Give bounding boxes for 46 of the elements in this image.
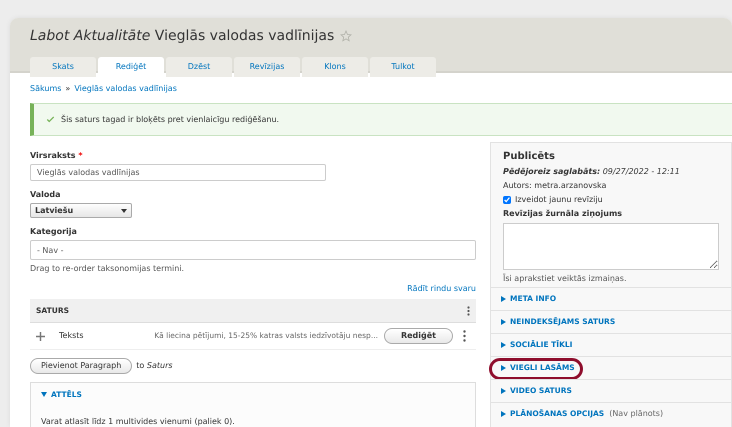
paragraph-type: Teksts [59, 330, 85, 342]
field-description: Īsi aprakstiet veiktās izmaiņas. [503, 273, 628, 285]
caret-icon [501, 342, 506, 348]
field-label: Virsraksts [30, 151, 76, 160]
check-icon [46, 115, 55, 124]
breadcrumb-link[interactable]: Sākums [30, 84, 62, 93]
breadcrumb-link[interactable]: Vieglās valodas vadlīnijas [74, 84, 177, 93]
author-text: Autors: metra.arzanovska [503, 180, 608, 192]
field-label: Valoda [30, 190, 61, 199]
category-field[interactable]: - Nav - [30, 240, 476, 260]
edit-button[interactable]: Rediģēt [384, 328, 453, 344]
add-paragraph-button[interactable]: Pievienot Paragraph [30, 358, 132, 374]
caret-icon [501, 296, 506, 302]
field-label: Revīzijas žurnāla ziņojums [503, 208, 624, 220]
add-target-text: to Saturs [136, 360, 173, 372]
title-field[interactable]: Vieglās valodas vadlīnijas [30, 164, 326, 181]
revision-checkbox[interactable] [503, 196, 511, 204]
publish-status: Publicēts [503, 150, 556, 164]
star-icon[interactable] [340, 30, 352, 42]
required-marker: * [78, 151, 82, 160]
drag-handle-icon[interactable] [36, 332, 45, 340]
revision-log-field[interactable] [503, 223, 719, 270]
more-icon[interactable] [463, 330, 466, 342]
field-description: Drag to re-order taksonomijas termini. [30, 263, 186, 275]
image-hint: Varat atlasīt līdz 1 multivides vienumi (paliek 0). [41, 416, 236, 427]
dropdown-caret-icon [121, 208, 127, 212]
caret-icon [501, 319, 506, 325]
field-label: Kategorija [30, 227, 77, 236]
caret-icon [501, 388, 506, 394]
caret-icon [41, 392, 47, 398]
section-note: (Nav plānots) [609, 408, 664, 420]
breadcrumb-separator: » [65, 84, 70, 93]
caret-icon [501, 365, 506, 371]
tab[interactable]: Klons [302, 57, 368, 77]
show-weights-link[interactable]: Rādīt rindu svaru [407, 284, 476, 293]
tab[interactable]: Tulkot [370, 57, 436, 77]
tab[interactable]: Revīzijas [234, 57, 300, 77]
page-title: Labot Aktualitāte Vieglās valodas vadlīnijas [30, 27, 334, 46]
tab[interactable]: Dzēst [166, 57, 232, 77]
language-dropdown[interactable]: Latviešu [30, 203, 132, 218]
more-icon[interactable] [467, 306, 470, 316]
tab[interactable]: Skats [30, 57, 96, 77]
checkbox-label: Izveidot jaunu revīziju [515, 194, 603, 206]
message-text: Šis saturs tagad ir bloķēts pret vienlaicīgu rediģēšanu. [61, 114, 280, 126]
last-saved-text: Pēdējoreiz saglabāts: 09/27/2022 - 12:11 [503, 166, 681, 178]
caret-icon [501, 411, 506, 417]
